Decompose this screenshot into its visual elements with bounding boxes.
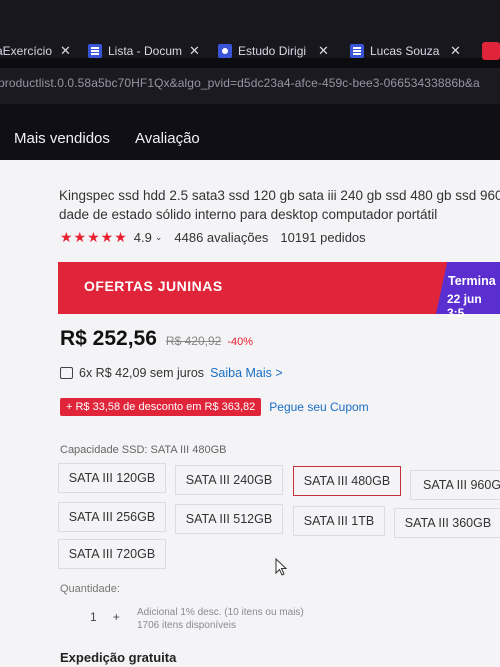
doc-icon — [350, 44, 364, 58]
promo-title: OFERTAS JUNINAS — [84, 278, 223, 294]
site-nav: Mais vendidos Avaliação — [0, 104, 500, 162]
tab-label: aExercício — [0, 44, 53, 58]
tab-lista[interactable]: Lista - Docum ✕ — [88, 40, 200, 62]
option-512gb[interactable]: SATA III 512GB — [175, 504, 283, 534]
countdown-label: Termina — [448, 274, 496, 288]
product-title: Kingspec ssd hdd 2.5 sata3 ssd 120 gb sa… — [59, 186, 500, 224]
countdown-date: 22 jun 3:5 — [447, 292, 482, 320]
mouse-cursor-icon — [275, 558, 288, 576]
product-title-line-1: Kingspec ssd hdd 2.5 sata3 ssd 120 gb sa… — [59, 188, 500, 203]
bulk-discount-text: Adicional 1% desc. (10 itens ou mais) — [137, 607, 304, 618]
quantity-plus-button[interactable]: + — [113, 610, 120, 624]
close-icon[interactable]: ✕ — [189, 43, 200, 59]
capacity-label: Capacidade SSD: SATA III 480GB — [60, 444, 227, 456]
orders-count: 10191 pedidos — [280, 230, 366, 245]
shipping-label: Expedição gratuita — [60, 650, 177, 665]
tab-label: Lucas Souza — [370, 44, 440, 58]
tab-label: Estudo Dirigi — [238, 44, 307, 58]
option-120gb[interactable]: SATA III 120GB — [58, 463, 166, 493]
option-960gb[interactable]: SATA III 960G — [410, 470, 500, 500]
coupon-row: + R$ 33,58 de desconto em R$ 363,82 Pegu… — [60, 398, 369, 416]
chevron-down-icon[interactable]: ⌄ — [155, 232, 163, 243]
original-price: R$ 420,92 — [165, 334, 222, 348]
current-price: R$ 252,56 — [60, 327, 157, 350]
classroom-icon — [218, 44, 232, 58]
get-coupon-link[interactable]: Pegue seu Cupom — [269, 400, 368, 414]
option-256gb[interactable]: SATA III 256GB — [58, 502, 166, 532]
option-240gb[interactable]: SATA III 240GB — [175, 465, 283, 495]
nav-mais-vendidos[interactable]: Mais vendidos — [14, 130, 110, 147]
tab-label: Lista - Docum — [108, 44, 183, 58]
rating-row: ★★★★★ 4.9 ⌄ 4486 avaliações 10191 pedido… — [60, 229, 366, 246]
quantity-stepper: 1 + — [90, 610, 120, 624]
url-text: productlist.0.0.58a5bc70HF1Qx&algo_pvid=… — [0, 76, 480, 90]
promo-banner[interactable]: OFERTAS JUNINAS — [58, 262, 500, 314]
close-icon[interactable]: ✕ — [318, 43, 329, 59]
address-bar[interactable]: productlist.0.0.58a5bc70HF1Qx&algo_pvid=… — [0, 68, 500, 104]
reviews-count[interactable]: 4486 avaliações — [174, 230, 268, 245]
tab-exercicio[interactable]: aExercício ✕ — [0, 40, 71, 62]
discount-badge: -40% — [227, 336, 253, 348]
quantity-value[interactable]: 1 — [90, 610, 97, 624]
tab-estudo[interactable]: Estudo Dirigi ✕ — [218, 40, 329, 62]
nav-avaliacao[interactable]: Avaliação — [135, 130, 200, 147]
coupon-badge: + R$ 33,58 de desconto em R$ 363,82 — [60, 398, 262, 416]
quantity-note: Adicional 1% desc. (10 itens ou mais) 17… — [137, 606, 304, 632]
installments-row: 6x R$ 42,09 sem juros Saiba Mais > — [60, 366, 283, 380]
close-icon[interactable]: ✕ — [60, 43, 71, 59]
aliexpress-tab-icon[interactable] — [482, 42, 500, 60]
star-rating-icon: ★★★★★ — [60, 229, 128, 245]
doc-icon — [88, 44, 102, 58]
calendar-icon — [60, 367, 73, 379]
quantity-label: Quantidade: — [60, 583, 120, 595]
browser-tab-bar: aExercício ✕ Lista - Docum ✕ Estudo Diri… — [0, 0, 500, 60]
price-row: R$ 252,56 R$ 420,92 -40% — [60, 327, 253, 351]
installments-text: 6x R$ 42,09 sem juros — [79, 366, 205, 380]
rating-value: 4.9 — [133, 230, 152, 245]
stock-text: 1706 itens disponíveis — [137, 620, 236, 631]
option-480gb[interactable]: SATA III 480GB — [293, 466, 401, 496]
tab-lucas[interactable]: Lucas Souza ✕ — [350, 40, 461, 62]
product-title-line-2: dade de estado sólido interno para deskt… — [59, 207, 438, 222]
option-1tb[interactable]: SATA III 1TB — [293, 506, 385, 536]
saiba-mais-link[interactable]: Saiba Mais > — [210, 366, 283, 380]
option-360gb[interactable]: SATA III 360GB — [394, 508, 500, 538]
close-icon[interactable]: ✕ — [450, 43, 461, 59]
option-720gb[interactable]: SATA III 720GB — [58, 539, 166, 569]
